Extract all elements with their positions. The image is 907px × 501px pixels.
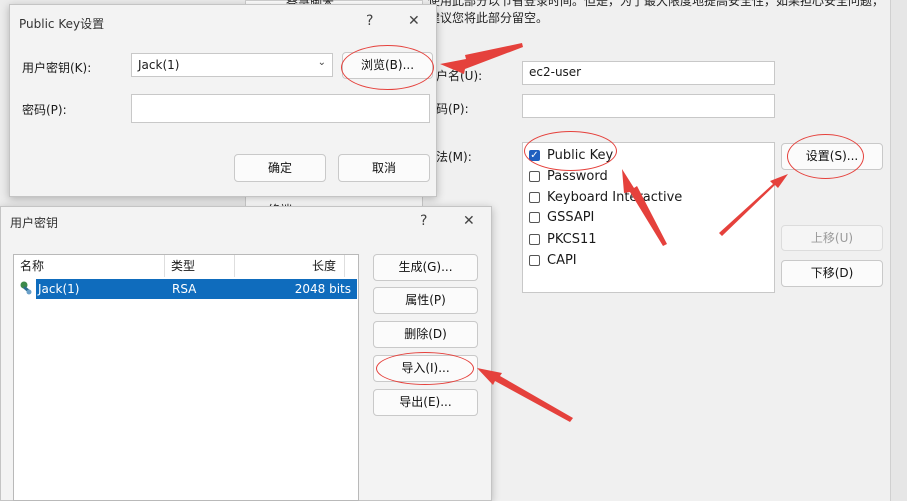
arrow-to-publickey [622,169,667,246]
arrow-to-import [477,368,573,422]
annotation-arrows [440,43,788,422]
arrow-to-settings [719,174,788,236]
arrow-to-browse [440,43,523,74]
